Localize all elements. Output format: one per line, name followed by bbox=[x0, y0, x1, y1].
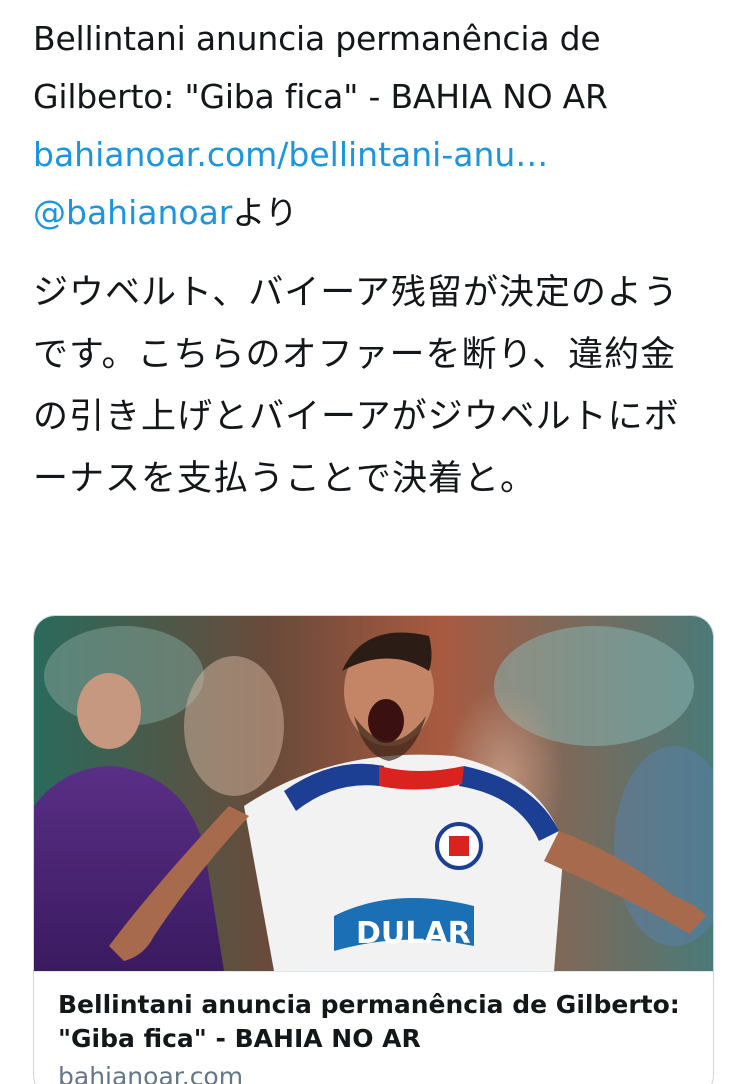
link-preview-card[interactable]: DULAR Bellintani anuncia permanência de … bbox=[33, 615, 714, 1084]
card-title: Bellintani anuncia permanência de Gilber… bbox=[58, 990, 680, 1053]
tweet: Bellintani anuncia permanência de Gilber… bbox=[33, 10, 723, 510]
card-text-area[interactable]: Bellintani anuncia permanência de Gilber… bbox=[34, 971, 713, 1084]
via-suffix: より bbox=[232, 193, 298, 232]
card-domain: bahianoar.com bbox=[58, 1062, 244, 1084]
jersey-sponsor-text: DULAR bbox=[356, 916, 471, 951]
tweet-headline: Bellintani anuncia permanência de Gilber… bbox=[33, 19, 608, 116]
via-line: @bahianoarより bbox=[33, 184, 723, 242]
source-handle-link[interactable]: @bahianoar bbox=[33, 193, 232, 232]
tweet-body-text: ジウベルト、バイーア残留が決定のようです。こちらのオファーを断り、違約金の引き上… bbox=[33, 273, 680, 499]
article-link[interactable]: bahianoar.com/bellintani-anu… bbox=[33, 126, 723, 184]
article-image[interactable]: DULAR bbox=[34, 616, 713, 971]
